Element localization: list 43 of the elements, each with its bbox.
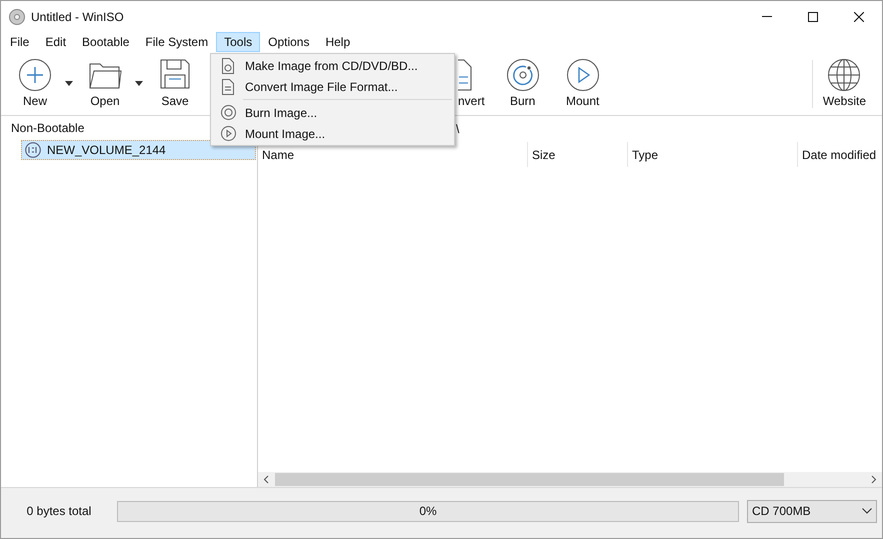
disc-burn-icon — [506, 58, 540, 92]
caret-icon[interactable] — [135, 81, 143, 86]
chevron-down-icon — [862, 508, 872, 514]
menu-option[interactable]: Make Image from CD/DVD/BD... — [211, 55, 454, 76]
caret-icon[interactable] — [65, 81, 73, 86]
menu-item[interactable]: File System — [137, 32, 216, 52]
convert-button[interactable]: nvert — [458, 58, 485, 110]
disc-size-dropdown[interactable]: CD 700MB — [747, 500, 877, 522]
minimize-icon — [762, 16, 772, 17]
menu-item[interactable]: Options — [260, 32, 318, 52]
new-button[interactable]: New — [13, 58, 57, 110]
window-title: Untitled - WinISO — [31, 8, 124, 26]
scrollbar-thumb[interactable] — [275, 473, 784, 486]
menu-item[interactable]: Bootable — [74, 32, 138, 52]
play-circle-icon — [220, 126, 236, 141]
total-size-text: 0 bytes total — [26, 503, 92, 520]
plus-circle-icon — [18, 58, 52, 92]
menu-item[interactable]: Tools — [216, 32, 260, 52]
play-circle-icon — [566, 58, 600, 92]
column-header[interactable]: Size — [528, 142, 628, 167]
save-button[interactable]: Save — [153, 58, 197, 110]
burn-button[interactable]: Burn — [500, 58, 545, 110]
column-header[interactable]: Date modified — [798, 142, 882, 167]
menu-item[interactable]: Help — [317, 32, 358, 52]
globe-icon — [827, 58, 862, 92]
pane-header: Non-Bootable — [11, 120, 84, 137]
column-header[interactable]: Type — [628, 142, 798, 167]
website-button[interactable]: Website — [818, 58, 870, 110]
menu-item[interactable]: Edit — [37, 32, 74, 52]
mount-button[interactable]: Mount — [560, 58, 605, 110]
path-text: \ — [456, 121, 460, 138]
horizontal-scrollbar[interactable] — [258, 472, 882, 487]
menu-option[interactable]: Burn Image... — [211, 102, 454, 123]
maximize-icon — [808, 12, 818, 22]
iso-file-icon — [25, 142, 41, 158]
menu-item[interactable]: File — [2, 32, 38, 52]
disc-burn-icon — [220, 105, 236, 120]
progress-reading: 0% — [419, 503, 437, 520]
close-icon — [854, 12, 864, 22]
disc-icon — [9, 8, 25, 24]
open-button[interactable]: Open — [83, 58, 127, 110]
tree-item[interactable]: NEW_VOLUME_2144 — [21, 140, 256, 160]
menu-option[interactable]: Convert Image File Format... — [211, 76, 454, 97]
